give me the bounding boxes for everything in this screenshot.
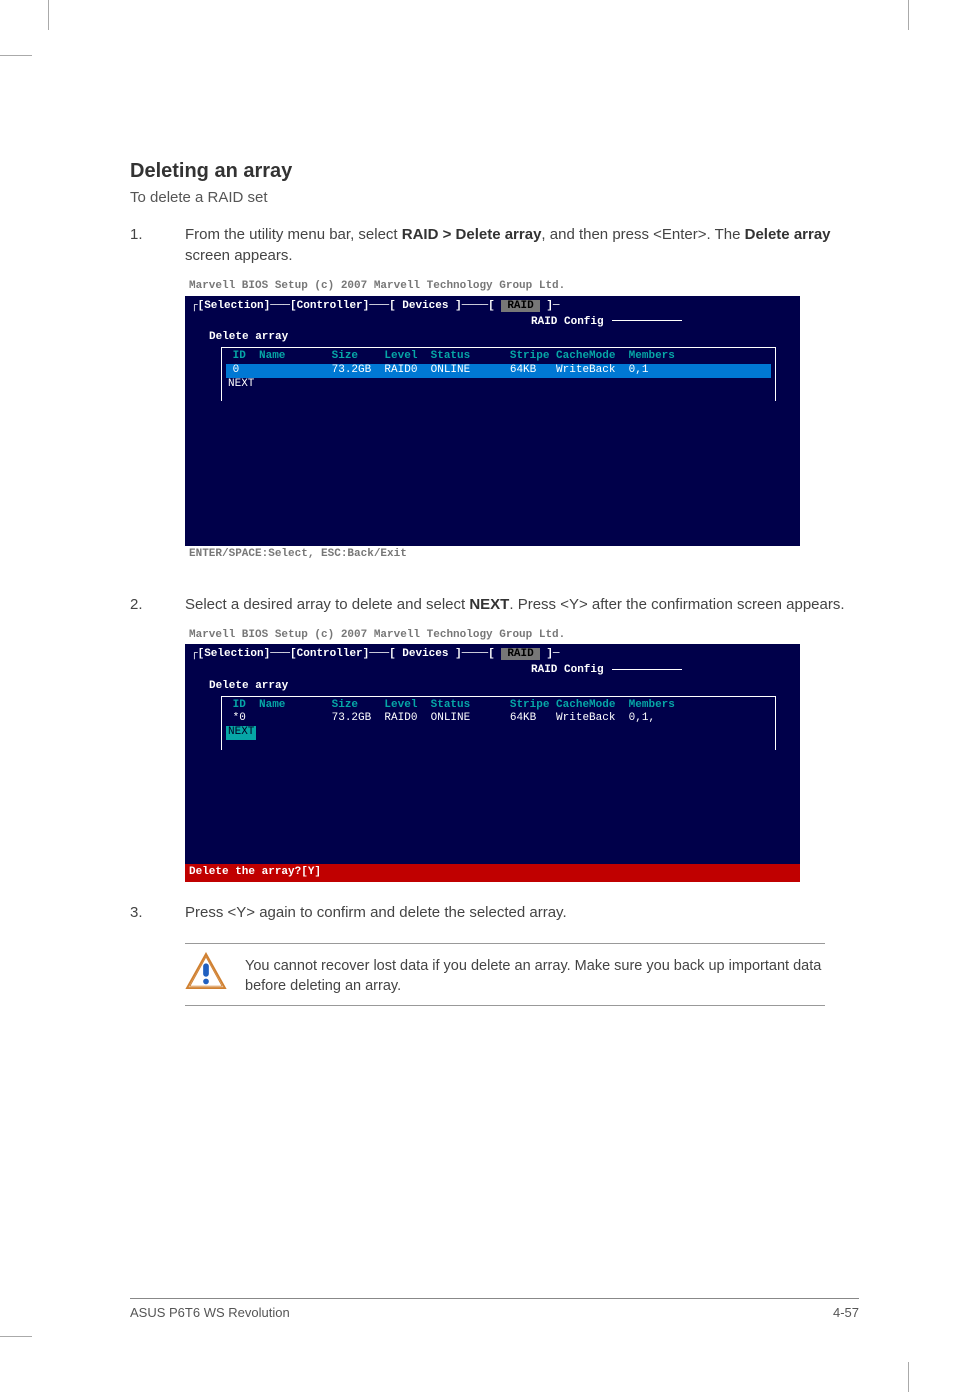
- bios-footer-prompt: Delete the array?[Y]: [185, 864, 800, 882]
- step-text-bold: Delete array: [745, 226, 831, 243]
- step-text-fragment: Select a desired array to delete and sel…: [185, 596, 469, 613]
- step-text: Press <Y> again to confirm and delete th…: [185, 902, 859, 923]
- bios-screenshot-2: Marvell BIOS Setup (c) 2007 Marvell Tech…: [185, 627, 800, 883]
- bios-submenu: RAID Config: [191, 664, 794, 678]
- warning-text: You cannot recover lost data if you dele…: [245, 952, 825, 997]
- bios-menu-item: [Selection]: [198, 300, 271, 312]
- step-number: 2.: [130, 594, 185, 615]
- bios-screenshot-1: Marvell BIOS Setup (c) 2007 Marvell Tech…: [185, 278, 800, 564]
- step-text-fragment: screen appears.: [185, 247, 293, 264]
- bios-table-header: ID Name Size Level Status Stripe CacheMo…: [226, 699, 771, 713]
- footer-product: ASUS P6T6 WS Revolution: [130, 1305, 290, 1320]
- section-subtitle: To delete a RAID set: [130, 189, 859, 206]
- bios-next-button: NEXT: [226, 378, 256, 392]
- bios-next-button-selected: NEXT: [226, 726, 256, 740]
- step-text-bold: NEXT: [469, 596, 509, 613]
- warning-icon: [185, 952, 227, 990]
- bios-menu-item: [Controller]: [290, 300, 369, 312]
- step-number: 3.: [130, 902, 185, 923]
- bios-submenu: RAID Config: [191, 316, 794, 330]
- step-text: From the utility menu bar, select RAID >…: [185, 224, 859, 266]
- step-3: 3. Press <Y> again to confirm and delete…: [130, 902, 859, 923]
- bios-menu-item: [Selection]: [198, 648, 271, 660]
- bios-box-label: Delete array: [191, 680, 794, 694]
- bios-menu-item-selected: RAID: [501, 648, 539, 660]
- bios-menu-item: [ Devices ]: [389, 300, 462, 312]
- section-heading: Deleting an array: [130, 160, 859, 183]
- bios-table: ID Name Size Level Status Stripe CacheMo…: [221, 347, 776, 401]
- step-text-fragment: From the utility menu bar, select: [185, 226, 402, 243]
- step-text-fragment: , and then press <Enter>. The: [541, 226, 744, 243]
- step-2: 2. Select a desired array to delete and …: [130, 594, 859, 615]
- footer-page-number: 4-57: [833, 1305, 859, 1320]
- bios-menu-item-selected: RAID: [501, 300, 539, 312]
- step-text-fragment: . Press <Y> after the confirmation scree…: [509, 596, 844, 613]
- step-number: 1.: [130, 224, 185, 266]
- bios-menu-item: [ Devices ]: [389, 648, 462, 660]
- step-text-bold: RAID > Delete array: [402, 226, 542, 243]
- bios-title: Marvell BIOS Setup (c) 2007 Marvell Tech…: [185, 627, 800, 645]
- bios-footer: ENTER/SPACE:Select, ESC:Back/Exit: [185, 546, 800, 564]
- bios-table-row: *0 73.2GB RAID0 ONLINE 64KB WriteBack 0,…: [226, 712, 771, 726]
- step-1: 1. From the utility menu bar, select RAI…: [130, 224, 859, 266]
- bios-menu-item: [Controller]: [290, 648, 369, 660]
- bios-table: ID Name Size Level Status Stripe CacheMo…: [221, 696, 776, 750]
- bios-table-row-selected: 0 73.2GB RAID0 ONLINE 64KB WriteBack 0,1: [226, 364, 771, 378]
- bios-box-label: Delete array: [191, 331, 794, 345]
- bios-title: Marvell BIOS Setup (c) 2007 Marvell Tech…: [185, 278, 800, 296]
- bios-table-header: ID Name Size Level Status Stripe CacheMo…: [226, 350, 771, 364]
- warning-callout: You cannot recover lost data if you dele…: [185, 943, 825, 1006]
- bios-menu-bar: ┌[Selection]───[Controller]───[ Devices …: [191, 648, 794, 662]
- bios-menu-bar: ┌[Selection]───[Controller]───[ Devices …: [191, 300, 794, 314]
- page-footer: ASUS P6T6 WS Revolution 4-57: [130, 1298, 859, 1320]
- step-text: Select a desired array to delete and sel…: [185, 594, 859, 615]
